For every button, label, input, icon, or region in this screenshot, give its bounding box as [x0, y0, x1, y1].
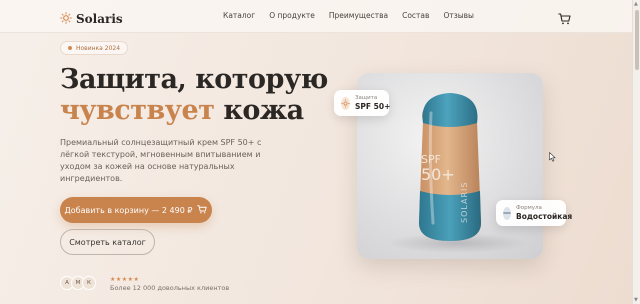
- bottle-label-50: 50+: [421, 165, 455, 184]
- headline-rest: кожа: [214, 95, 304, 126]
- drop-icon: [503, 206, 511, 220]
- formula-value: Водостойкая: [516, 212, 573, 221]
- brand-logo[interactable]: Solaris: [60, 9, 123, 28]
- scroll-up-arrow-icon[interactable]: ▲: [634, 1, 638, 7]
- cart-icon: [197, 204, 208, 216]
- sun-icon: [341, 96, 350, 110]
- protection-label: Защита: [355, 95, 378, 101]
- page-scrollbar[interactable]: ▲ ▼: [632, 0, 640, 304]
- nav-links: Каталог О продукте Преимущества Состав О…: [223, 11, 488, 20]
- headline-line-2: чувствует кожа: [60, 95, 328, 126]
- add-to-cart-label: Добавить в корзину — 2 490 ₽: [64, 205, 193, 215]
- badge-label: Новинка 2024: [76, 44, 121, 52]
- add-to-cart-button[interactable]: Добавить в корзину — 2 490 ₽: [60, 197, 212, 223]
- headline-line-1: Защита, которую: [60, 64, 328, 95]
- view-catalog-button[interactable]: Смотреть каталог: [60, 229, 155, 255]
- bottle-side-brand: SOLARIS: [460, 182, 469, 223]
- brand-name: Solaris: [76, 11, 123, 26]
- hero-headline: Защита, которую чувствует кожа: [60, 64, 328, 126]
- nav-link-about[interactable]: О продукте: [269, 11, 315, 20]
- social-proof-text: Более 12 000 довольных клиентов: [110, 284, 230, 292]
- scrollbar-thumb[interactable]: [635, 10, 639, 70]
- new-badge: Новинка 2024: [60, 41, 129, 55]
- top-navigation: Solaris Каталог О продукте Преимущества …: [0, 0, 632, 33]
- cart-icon[interactable]: [558, 10, 571, 29]
- nav-link-ingredients[interactable]: Состав: [402, 11, 429, 20]
- protection-value: SPF 50+: [355, 102, 391, 111]
- formula-label: Формула: [516, 205, 542, 211]
- nav-link-benefits[interactable]: Преимущества: [329, 11, 388, 20]
- headline-accent-word: чувствует: [60, 95, 215, 126]
- badge-dot: [68, 46, 72, 50]
- scroll-down-arrow-icon[interactable]: ▼: [634, 297, 638, 303]
- formula-info-card: Формула Водостойкая: [496, 200, 572, 226]
- hero-description: Премиальный солнцезащитный крем SPF 50+ …: [60, 138, 262, 183]
- customer-avatars: А М К: [60, 276, 96, 290]
- protection-info-card: Защита SPF 50+: [334, 90, 391, 116]
- star-rating-icon: ★★★★★: [110, 276, 140, 283]
- nav-link-catalog[interactable]: Каталог: [223, 11, 255, 20]
- sun-icon: [60, 9, 72, 28]
- customer-rating: ★★★★★ Более 12 000 довольных клиентов: [110, 276, 229, 292]
- nav-link-reviews[interactable]: Отзывы: [443, 11, 474, 20]
- mouse-cursor-icon: [549, 147, 556, 166]
- avatar: К: [82, 276, 96, 290]
